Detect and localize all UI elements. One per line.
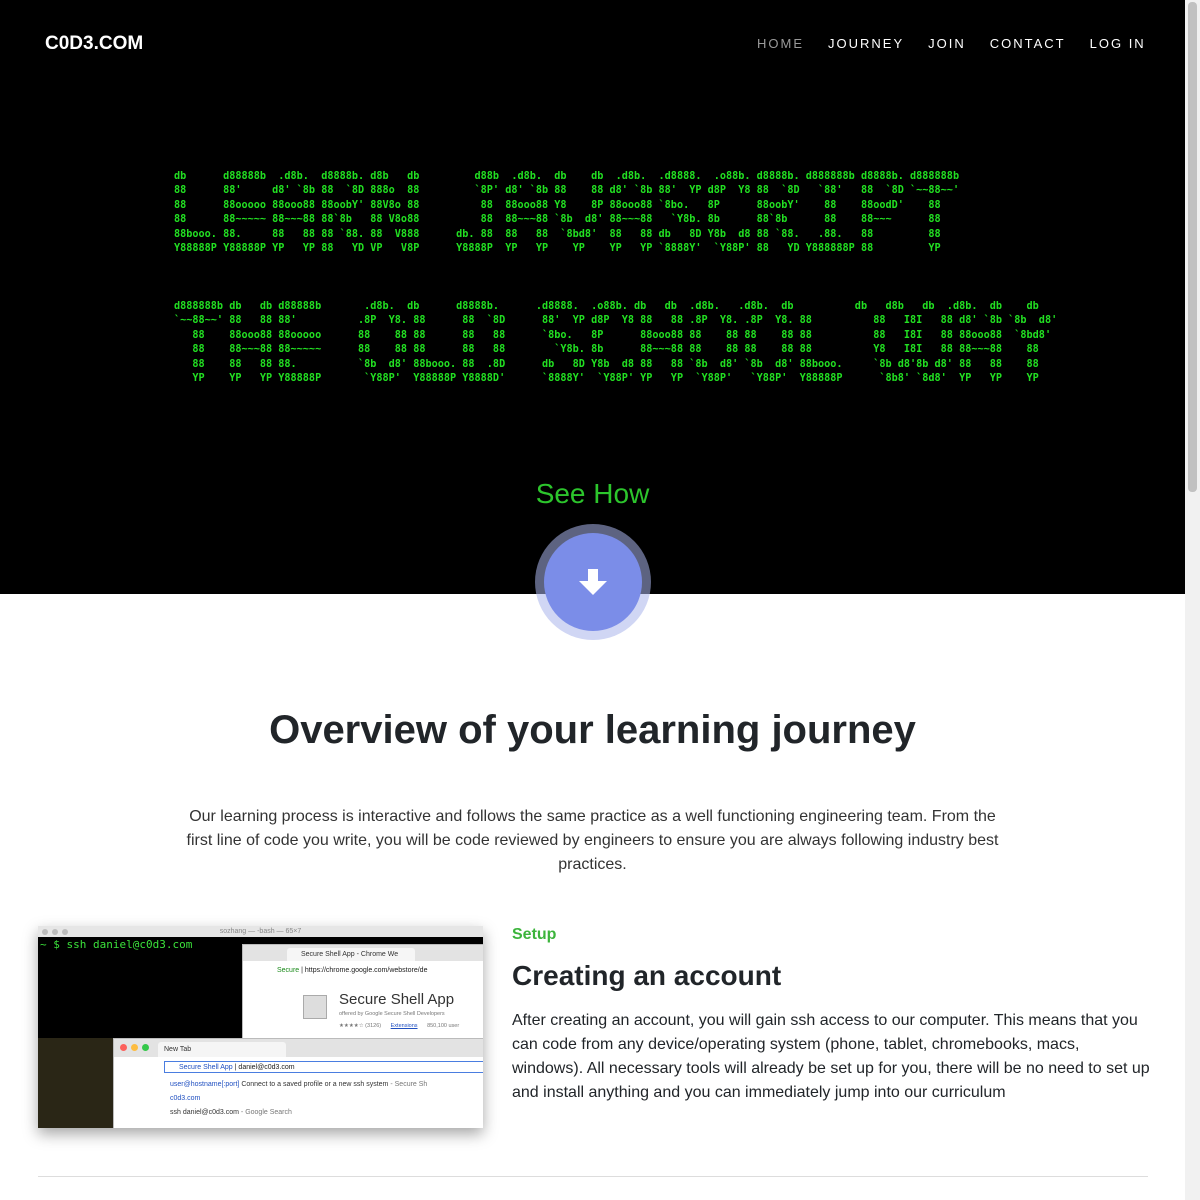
ascii-banner-line-1: db d88888b .d8b. d8888b. d8b db d88b .d8…	[174, 171, 960, 255]
nav-home[interactable]: HOME	[745, 36, 816, 51]
card-title: Creating an account	[512, 960, 782, 991]
card-body: After creating an account, you will gain…	[512, 1012, 1150, 1101]
section-divider	[38, 1176, 1148, 1177]
terminal-background-strip	[38, 1038, 113, 1128]
card-label: Setup	[512, 926, 557, 943]
overview-intro: Our learning process is interactive and …	[186, 808, 999, 873]
chrome-newtab-window: New Tab Secure Shell App | daniel@c0d3.c…	[113, 1038, 483, 1128]
suggestion-2: c0d3.com	[170, 1095, 201, 1102]
brand-logo[interactable]: C0D3.COM	[45, 33, 143, 55]
nav-join[interactable]: JOIN	[916, 36, 978, 51]
nav-journey[interactable]: JOURNEY	[816, 36, 916, 51]
app-publisher: offered by Google Secure Shell Developer…	[339, 1011, 445, 1017]
suggestion-1: user@hostname[:port] Connect to a saved …	[170, 1081, 428, 1088]
new-tab: New Tab	[158, 1042, 286, 1057]
terminal-titlebar: sozhang — -bash — 65×7	[38, 926, 483, 937]
scroll-down-button[interactable]	[544, 533, 642, 631]
overview-title: Overview of your learning journey	[269, 708, 916, 752]
terminal-title: sozhang — -bash — 65×7	[219, 928, 302, 935]
webstore-address-bar: Secure | https://chrome.google.com/webst…	[277, 967, 428, 974]
app-meta: ★★★★☆ (3126) Extensions 850,100 user	[339, 1023, 460, 1029]
setup-screenshot: sozhang — -bash — 65×7 ~ $ ssh daniel@c0…	[38, 926, 483, 1128]
suggestion-3: ssh daniel@c0d3.com - Google Search	[170, 1109, 292, 1116]
app-icon	[303, 995, 327, 1019]
page-scrollbar-thumb[interactable]	[1188, 2, 1197, 492]
hero-section: C0D3.COM HOME JOURNEY JOIN CONTACT LOG I…	[0, 0, 1185, 594]
see-how-label[interactable]: See How	[0, 478, 1185, 510]
arrow-down-icon	[579, 569, 607, 595]
chrome-tab: Secure Shell App - Chrome We	[287, 948, 415, 961]
nav-contact[interactable]: CONTACT	[978, 36, 1078, 51]
app-name: Secure Shell App	[339, 991, 455, 1008]
omnibox: Secure Shell App | daniel@c0d3.com	[164, 1061, 483, 1073]
ascii-banner-line-2: d888888b db db d88888b .d8b. db d8888b. …	[174, 301, 1058, 385]
nav-login[interactable]: LOG IN	[1078, 36, 1158, 51]
terminal-command: ~ $ ssh daniel@c0d3.com	[40, 938, 193, 951]
main-nav: HOME JOURNEY JOIN CONTACT LOG IN	[745, 36, 1158, 51]
chrome-webstore-window: Secure Shell App - Chrome We Secure | ht…	[242, 944, 483, 1046]
